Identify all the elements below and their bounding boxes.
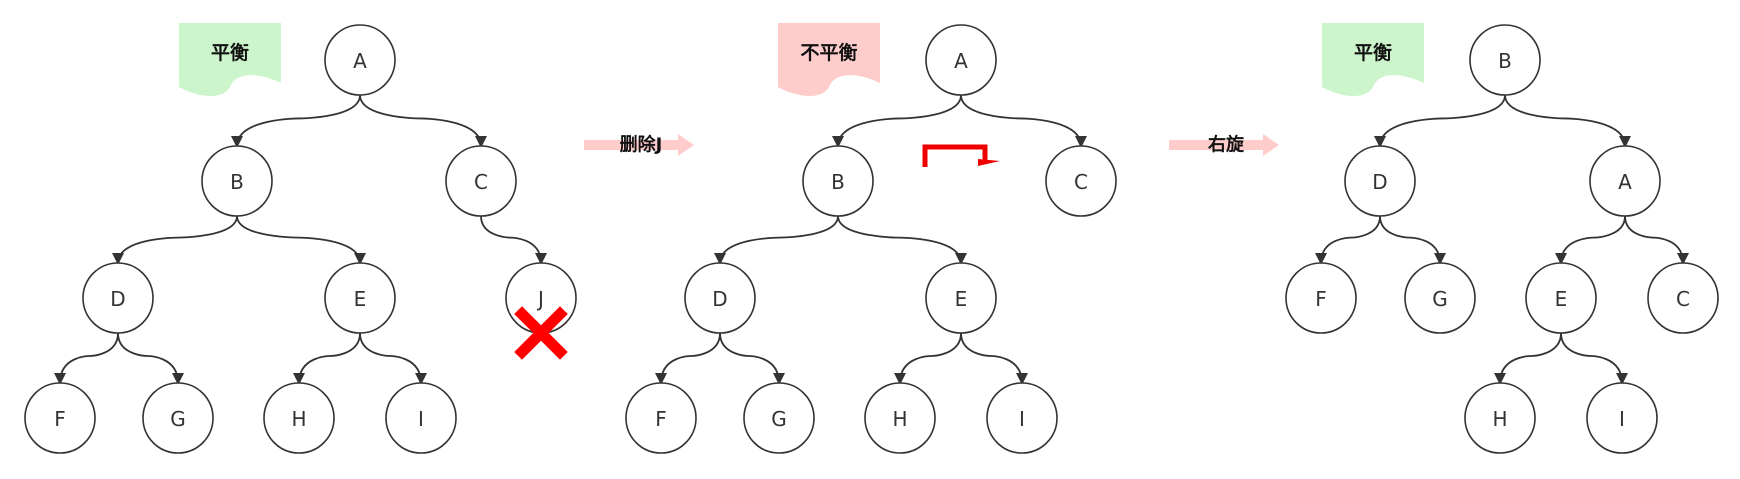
node-label: G	[170, 407, 186, 431]
edge-B-E	[837, 215, 967, 265]
tree-node-A: A	[925, 24, 997, 96]
node-label: C	[474, 170, 488, 194]
edge-E-I	[960, 332, 1028, 385]
edge-A-C	[960, 94, 1087, 148]
tree-node-I: I	[986, 382, 1058, 454]
node-label: A	[353, 49, 367, 73]
edge-E-I	[1560, 332, 1628, 385]
node-label: D	[110, 287, 125, 311]
rotate-right-icon	[922, 144, 1000, 167]
balanced-badge: 平衡	[179, 23, 281, 97]
status-label: 平衡	[1354, 41, 1392, 64]
node-label: B	[1498, 49, 1512, 73]
node-label: A	[954, 49, 968, 73]
tree-node-J: J	[505, 262, 577, 334]
node-label: J	[536, 287, 544, 311]
tree-node-A: A	[324, 24, 396, 96]
tree-node-H: H	[864, 382, 936, 454]
node-label: G	[771, 407, 787, 431]
edge-D-G	[719, 332, 785, 385]
node-label: E	[955, 287, 968, 311]
node-label: B	[831, 170, 845, 194]
edge-A-E	[1555, 215, 1626, 265]
tree-node-B: B	[201, 145, 273, 217]
edge-B-A	[1504, 94, 1631, 148]
tree-node-C: C	[1647, 262, 1719, 334]
edge-D-F	[54, 332, 119, 385]
tree-node-D: D	[1344, 145, 1416, 217]
operation-label: 删除J	[620, 134, 663, 156]
node-label: C	[1676, 287, 1690, 311]
edge-D-F	[1315, 215, 1381, 265]
tree-node-I: I	[385, 382, 457, 454]
node-label: I	[1019, 407, 1025, 431]
edge-B-D	[1374, 94, 1506, 148]
tree-node-G: G	[142, 382, 214, 454]
edge-C-J	[480, 215, 547, 265]
node-label: H	[1492, 407, 1507, 431]
edge-E-H	[894, 332, 962, 385]
tree-node-D: D	[82, 262, 154, 334]
tree-node-B: B	[802, 145, 874, 217]
edge-B-D	[714, 215, 839, 265]
tree-node-C: C	[445, 145, 517, 217]
edge-A-B	[231, 94, 361, 148]
node-label: B	[230, 170, 244, 194]
tree-node-I: I	[1586, 382, 1658, 454]
operation-arrow-1: 删除J	[584, 134, 694, 156]
node-label: H	[892, 407, 907, 431]
tree-panel-2: A B C D E F G H I 不平衡	[625, 23, 1117, 454]
tree-node-H: H	[263, 382, 335, 454]
edge-A-C	[1624, 215, 1689, 265]
status-label: 平衡	[211, 41, 249, 64]
avl-rotation-diagram: A B C D E J F G H I 平衡 A B C D E F G H I 不平衡 B D A F G E C H I 平衡删除J 右旋	[24, 23, 1719, 454]
edge-E-H	[293, 332, 361, 385]
node-label: F	[54, 407, 66, 431]
tree-node-A: A	[1589, 145, 1661, 217]
node-label: F	[1315, 287, 1327, 311]
edge-A-C	[359, 94, 487, 148]
node-label: D	[712, 287, 727, 311]
tree-node-G: G	[743, 382, 815, 454]
tree-node-E: E	[324, 262, 396, 334]
tree-node-G: G	[1404, 262, 1476, 334]
status-label: 不平衡	[800, 41, 857, 64]
operation-arrow-2: 右旋	[1169, 134, 1279, 156]
node-label: G	[1432, 287, 1448, 311]
edge-E-I	[359, 332, 427, 385]
edge-E-H	[1494, 332, 1562, 385]
tree-node-E: E	[925, 262, 997, 334]
edge-A-B	[832, 94, 962, 148]
tree-node-H: H	[1464, 382, 1536, 454]
tree-node-D: D	[684, 262, 756, 334]
tree-panel-1: A B C D E J F G H I 平衡	[24, 23, 577, 454]
tree-node-F: F	[1285, 262, 1357, 334]
node-label: D	[1372, 170, 1387, 194]
tree-node-C: C	[1045, 145, 1117, 217]
operation-label: 右旋	[1208, 134, 1245, 156]
tree-node-F: F	[625, 382, 697, 454]
edge-D-G	[117, 332, 184, 385]
tree-node-B: B	[1469, 24, 1541, 96]
edge-B-D	[112, 215, 238, 265]
node-label: H	[291, 407, 306, 431]
edge-D-G	[1379, 215, 1446, 265]
unbalanced-badge: 不平衡	[778, 23, 880, 97]
tree-node-F: F	[24, 382, 96, 454]
edge-B-E	[236, 215, 366, 265]
balanced-badge: 平衡	[1322, 23, 1424, 97]
node-label: C	[1074, 170, 1088, 194]
node-label: I	[418, 407, 424, 431]
node-label: E	[1555, 287, 1568, 311]
tree-panel-3: B D A F G E C H I 平衡	[1285, 23, 1719, 454]
node-label: E	[354, 287, 367, 311]
node-label: A	[1618, 170, 1632, 194]
tree-node-E: E	[1525, 262, 1597, 334]
node-label: I	[1619, 407, 1625, 431]
edge-D-F	[655, 332, 721, 385]
node-label: F	[655, 407, 667, 431]
